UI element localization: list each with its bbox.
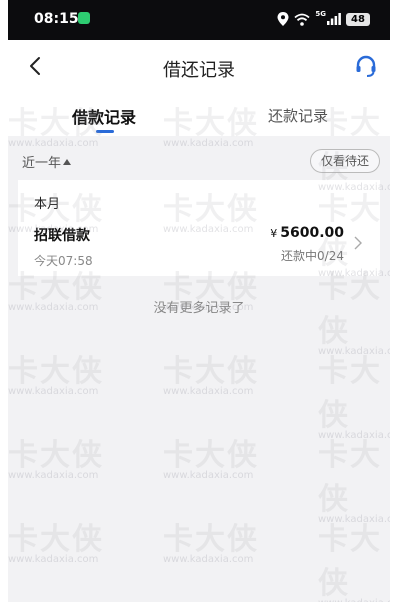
location-icon (277, 12, 289, 26)
signal-icon (327, 13, 341, 25)
period-filter[interactable]: 近一年 (22, 152, 72, 171)
watermark-logo: 卡大侠www.kadaxia.com (8, 438, 104, 481)
pending-only-button[interactable]: 仅看待还 (309, 149, 380, 173)
active-tab-indicator (96, 130, 114, 133)
status-time: 08:15 (34, 11, 79, 27)
watermark-logo: 卡大侠www.kadaxia.com (163, 522, 259, 565)
tab-repayment-records[interactable]: 还款记录 (268, 105, 328, 126)
record-card: 本月 招联借款 今天07:58 ¥5600.00 还款中0/24 (18, 180, 380, 276)
watermark-logo: 卡大侠www.kadaxia.com (163, 438, 259, 481)
record-amount: ¥5600.00 (270, 225, 344, 241)
nav-header: 借还记录 (8, 40, 390, 94)
watermark-logo: 卡大侠www.kadaxia.com (318, 438, 390, 525)
watermark-logo: 卡大侠www.kadaxia.com (8, 354, 104, 397)
watermark-logo: 卡大侠www.kadaxia.com (8, 522, 104, 565)
amount-value: 5600.00 (280, 225, 344, 241)
status-icons: 5G 48 (277, 10, 370, 28)
chevron-right-icon (354, 236, 362, 250)
wifi-icon (294, 13, 310, 26)
network-type: 5G (315, 10, 326, 18)
record-time: 今天07:58 (34, 254, 93, 268)
app-notification-icon (78, 12, 90, 24)
page-title: 借还记录 (163, 60, 235, 81)
period-filter-label: 近一年 (22, 156, 62, 171)
watermark-logo: 卡大侠www.kadaxia.com (318, 522, 390, 602)
currency-symbol: ¥ (270, 227, 278, 240)
caret-up-icon (63, 158, 72, 165)
no-more-records-text: 没有更多记录了 (153, 301, 245, 316)
record-name: 招联借款 (34, 228, 90, 244)
record-tabs: 借款记录 还款记录 (8, 94, 390, 136)
record-status: 还款中0/24 (281, 249, 344, 263)
status-bar: 08:15 5G 48 (8, 0, 390, 40)
watermark-logo: 卡大侠www.kadaxia.com (163, 354, 259, 397)
month-header: 本月 (34, 197, 61, 212)
tab-borrow-records[interactable]: 借款记录 (72, 104, 136, 128)
app-screen: 08:15 5G 48 借还记录 借款记录 还款记录 近一年 仅看待还 本月 招… (8, 0, 390, 602)
battery-icon: 48 (346, 12, 370, 26)
watermark-logo: 卡大侠www.kadaxia.com (318, 354, 390, 441)
customer-service-headset-icon[interactable] (352, 52, 380, 80)
